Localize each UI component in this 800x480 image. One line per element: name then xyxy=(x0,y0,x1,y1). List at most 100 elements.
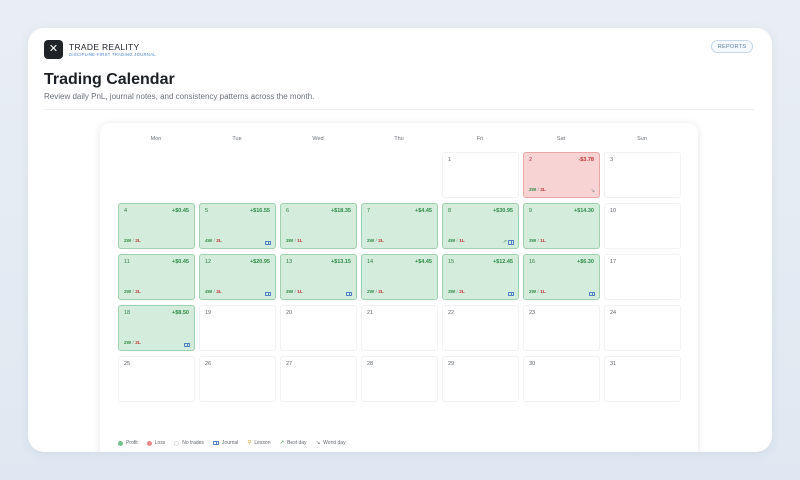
calendar-day[interactable]: 24 xyxy=(604,305,681,351)
wl-separator: / xyxy=(132,341,134,346)
calendar-day[interactable]: 5 +$16.55 4W / 2L xyxy=(199,203,276,249)
journal-book-icon xyxy=(265,240,271,245)
calendar-day[interactable]: 30 xyxy=(523,356,600,402)
journal-book-icon xyxy=(589,291,595,296)
day-pnl: +$4.45 xyxy=(415,208,432,214)
day-number: 20 xyxy=(286,310,293,316)
calendar-day[interactable]: 31 xyxy=(604,356,681,402)
calendar-blank xyxy=(280,152,357,198)
losses: 2L xyxy=(135,239,141,244)
calendar-day[interactable]: 4 +$0.45 2W / 2L xyxy=(118,203,195,249)
day-pnl: +$12.45 xyxy=(492,259,513,265)
calendar-day[interactable]: 29 xyxy=(442,356,519,402)
calendar-day[interactable]: 28 xyxy=(361,356,438,402)
calendar-day[interactable]: 1 xyxy=(442,152,519,198)
wins: 3W xyxy=(448,290,456,295)
app-window: ✕ TRADE REALITY DISCIPLINE-FIRST TRADING… xyxy=(28,28,772,452)
day-number: 16 xyxy=(529,259,536,265)
calendar-day[interactable]: 17 xyxy=(604,254,681,300)
calendar-day[interactable]: 3 xyxy=(604,152,681,198)
weekday-5: Sat xyxy=(556,136,566,142)
day-number: 7 xyxy=(367,208,371,214)
win-loss-count: 2W / 2L xyxy=(124,290,141,295)
legend-no-trades-label: No trades xyxy=(182,440,204,446)
day-number: 15 xyxy=(448,259,455,265)
day-number: 26 xyxy=(205,361,212,367)
wl-separator: / xyxy=(132,290,134,295)
calendar-day[interactable]: 12 +$20.95 4W / 2L xyxy=(199,254,276,300)
calendar-day[interactable]: 11 +$0.45 2W / 2L xyxy=(118,254,195,300)
weekday-6: Sun xyxy=(637,136,647,142)
day-number: 13 xyxy=(286,259,293,265)
calendar-day[interactable]: 9 +$14.30 3W / 1L xyxy=(523,203,600,249)
calendar-day[interactable]: 10 xyxy=(604,203,681,249)
weekday-1: Tue xyxy=(232,136,242,142)
legend-profit-label: Profit xyxy=(126,440,138,446)
calendar-blank xyxy=(118,152,195,198)
day-number: 3 xyxy=(610,157,614,163)
calendar-day[interactable]: 20 xyxy=(280,305,357,351)
win-loss-count: 2W / 2L xyxy=(124,341,141,346)
calendar-day[interactable]: 25 xyxy=(118,356,195,402)
losses: 2L xyxy=(540,188,546,193)
losses: 1L xyxy=(459,239,465,244)
wins: 3W xyxy=(529,239,537,244)
wins: 2W xyxy=(367,239,375,244)
calendar-day[interactable]: 18 +$8.50 2W / 2L xyxy=(118,305,195,351)
trend-up-icon: ↗ xyxy=(279,440,285,446)
calendar-day[interactable]: 21 xyxy=(361,305,438,351)
wins: 2W xyxy=(124,341,132,346)
losses: 2L xyxy=(459,290,465,295)
calendar-day[interactable]: 2 -$3.78 2W / 2L ↘ xyxy=(523,152,600,198)
win-loss-count: 4W / 1L xyxy=(448,239,465,244)
day-number: 19 xyxy=(205,310,212,316)
legend-worst-day-label: Worst day xyxy=(323,440,346,446)
day-pnl: +$30.95 xyxy=(492,208,513,214)
weekday-0: Mon xyxy=(150,136,162,142)
day-pnl: +$4.45 xyxy=(415,259,432,265)
day-number: 30 xyxy=(529,361,536,367)
weekday-4: Fri xyxy=(476,136,484,142)
day-pnl: +$8.50 xyxy=(172,310,189,316)
day-icons xyxy=(184,342,190,347)
calendar-day[interactable]: 14 +$4.45 2W / 2L xyxy=(361,254,438,300)
calendar-day[interactable]: 19 xyxy=(199,305,276,351)
calendar-day[interactable]: 7 +$4.45 2W / 2L xyxy=(361,203,438,249)
reports-button[interactable]: REPORTS xyxy=(711,40,753,53)
wl-separator: / xyxy=(375,239,377,244)
day-icons: ↗ xyxy=(503,240,514,245)
day-pnl: -$3.78 xyxy=(578,157,594,163)
wl-separator: / xyxy=(537,290,539,295)
win-loss-count: 2W / 2L xyxy=(367,239,384,244)
calendar-day[interactable]: 16 +$6.30 2W / 1L xyxy=(523,254,600,300)
calendar-day[interactable]: 22 xyxy=(442,305,519,351)
day-number: 29 xyxy=(448,361,455,367)
wl-separator: / xyxy=(294,290,296,295)
losses: 2L xyxy=(216,239,222,244)
day-pnl: +$18.35 xyxy=(330,208,351,214)
journal-book-icon xyxy=(184,342,190,347)
day-icons xyxy=(265,291,271,296)
calendar-day[interactable]: 6 +$18.35 3W / 1L xyxy=(280,203,357,249)
day-number: 18 xyxy=(124,310,131,316)
losses: 2L xyxy=(216,290,222,295)
wl-separator: / xyxy=(537,239,539,244)
legend-profit: Profit xyxy=(118,440,138,446)
calendar-day[interactable]: 23 xyxy=(523,305,600,351)
day-icons xyxy=(589,291,595,296)
losses: 1L xyxy=(297,239,303,244)
loss-dot-icon xyxy=(146,440,152,446)
losses: 2L xyxy=(378,290,384,295)
calendar-day[interactable]: 8 +$30.95 4W / 1L ↗ xyxy=(442,203,519,249)
win-loss-count: 3W / 2L xyxy=(448,290,465,295)
day-number: 25 xyxy=(124,361,131,367)
calendar-day[interactable]: 15 +$12.45 3W / 2L xyxy=(442,254,519,300)
calendar-day[interactable]: 13 +$13.15 3W / 1L xyxy=(280,254,357,300)
day-pnl: +$14.30 xyxy=(573,208,594,214)
day-number: 31 xyxy=(610,361,617,367)
trend-down-icon: ↘ xyxy=(315,440,321,446)
calendar-day[interactable]: 27 xyxy=(280,356,357,402)
day-number: 5 xyxy=(205,208,209,214)
win-loss-count: 2W / 2L xyxy=(529,188,546,193)
calendar-day[interactable]: 26 xyxy=(199,356,276,402)
